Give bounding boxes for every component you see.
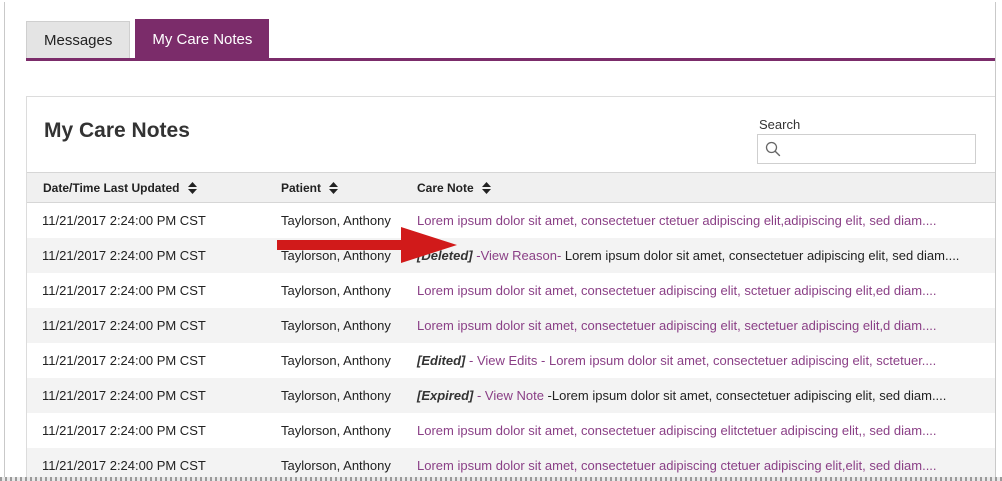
care-note-link[interactable]: Lorem ipsum dolor sit amet, consectetuer… [417, 213, 937, 228]
table-row: 11/21/2017 2:24:00 PM CST Taylorson, Ant… [27, 237, 995, 273]
row-patient: Taylorson, Anthony [281, 377, 417, 413]
care-note-link[interactable]: Lorem ipsum dolor sit amet, consectetuer… [417, 458, 937, 473]
header-patient[interactable]: Patient [281, 172, 417, 203]
row-patient: Taylorson, Anthony [281, 272, 417, 308]
row-date: 11/21/2017 2:24:00 PM CST [27, 412, 281, 448]
app-frame: Messages My Care Notes My Care Notes Sea… [4, 2, 996, 480]
sort-icon[interactable] [482, 182, 492, 195]
row-care-note[interactable]: Lorem ipsum dolor sit amet, consectetuer… [417, 272, 995, 308]
row-care-note[interactable]: Lorem ipsum dolor sit amet, consectetuer… [417, 307, 995, 343]
row-patient: Taylorson, Anthony [281, 307, 417, 343]
row-care-note: [Deleted] -View Reason- Lorem ipsum dolo… [417, 237, 995, 273]
care-note-link[interactable]: Lorem ipsum dolor sit amet, consectetuer… [549, 353, 936, 368]
care-notes-table: Date/Time Last Updated Patient Care Note [27, 172, 995, 479]
row-date: 11/21/2017 2:24:00 PM CST [27, 377, 281, 413]
row-date: 11/21/2017 2:24:00 PM CST [27, 237, 281, 273]
header-patient-label: Patient [281, 180, 322, 195]
table-row: 11/21/2017 2:24:00 PM CST Taylorson, Ant… [27, 447, 995, 479]
row-date: 11/21/2017 2:24:00 PM CST [27, 307, 281, 343]
sort-icon[interactable] [329, 182, 339, 195]
view-reason-link[interactable]: -View Reason- [476, 248, 561, 263]
row-care-note: [Edited] - View Edits - Lorem ipsum dolo… [417, 342, 995, 378]
row-date: 11/21/2017 2:24:00 PM CST [27, 272, 281, 308]
view-note-link[interactable]: - View Note [477, 388, 548, 403]
table-row: 11/21/2017 2:24:00 PM CST Taylorson, Ant… [27, 272, 995, 308]
row-date: 11/21/2017 2:24:00 PM CST [27, 447, 281, 479]
care-note-text: -Lorem ipsum dolor sit amet, consectetue… [547, 387, 947, 403]
row-care-note[interactable]: Lorem ipsum dolor sit amet, consectetuer… [417, 447, 995, 479]
row-care-note[interactable]: Lorem ipsum dolor sit amet, consectetuer… [417, 202, 995, 238]
row-date: 11/21/2017 2:24:00 PM CST [27, 202, 281, 238]
table-row: 11/21/2017 2:24:00 PM CST Taylorson, Ant… [27, 342, 995, 378]
search-icon [765, 141, 781, 157]
care-note-link[interactable]: Lorem ipsum dolor sit amet, consectetuer… [417, 318, 937, 333]
row-care-note: [Expired] - View Note -Lorem ipsum dolor… [417, 377, 995, 413]
page-title: My Care Notes [44, 119, 190, 142]
row-care-note[interactable]: Lorem ipsum dolor sit amet, consectetuer… [417, 412, 995, 448]
tab-underline [26, 58, 995, 61]
table-row: 11/21/2017 2:24:00 PM CST Taylorson, Ant… [27, 412, 995, 448]
note-status-edited: [Edited] [417, 352, 466, 368]
header-date-label: Date/Time Last Updated [43, 180, 180, 195]
search-box[interactable] [757, 134, 976, 164]
care-note-link[interactable]: Lorem ipsum dolor sit amet, consectetuer… [417, 423, 937, 438]
tab-my-care-notes[interactable]: My Care Notes [135, 19, 270, 59]
header-date[interactable]: Date/Time Last Updated [27, 172, 281, 203]
note-status-expired: [Expired] [417, 387, 474, 403]
bottom-scroll-strip [0, 477, 1002, 481]
care-notes-panel: My Care Notes Search Date/Time Last Upda… [26, 96, 995, 479]
header-care-note-label: Care Note [417, 180, 474, 195]
row-date: 11/21/2017 2:24:00 PM CST [27, 342, 281, 378]
table-header-row: Date/Time Last Updated Patient Care Note [27, 172, 995, 203]
row-patient: Taylorson, Anthony [281, 447, 417, 479]
sort-icon[interactable] [187, 182, 197, 195]
tab-bar: Messages My Care Notes [26, 19, 270, 59]
row-patient: Taylorson, Anthony [281, 342, 417, 378]
search-input[interactable] [786, 135, 974, 163]
view-edits-link[interactable]: - View Edits - [469, 353, 549, 368]
care-note-link[interactable]: Lorem ipsum dolor sit amet, consectetuer… [417, 283, 937, 298]
table-row: 11/21/2017 2:24:00 PM CST Taylorson, Ant… [27, 377, 995, 413]
red-arrow-icon [277, 227, 457, 263]
table-row: 11/21/2017 2:24:00 PM CST Taylorson, Ant… [27, 307, 995, 343]
header-care-note[interactable]: Care Note [417, 172, 995, 203]
table-row: 11/21/2017 2:24:00 PM CST Taylorson, Ant… [27, 202, 995, 238]
care-note-text: Lorem ipsum dolor sit amet, consectetuer… [564, 247, 960, 263]
tab-messages[interactable]: Messages [26, 21, 131, 59]
search-label: Search [759, 117, 801, 132]
row-patient: Taylorson, Anthony [281, 412, 417, 448]
